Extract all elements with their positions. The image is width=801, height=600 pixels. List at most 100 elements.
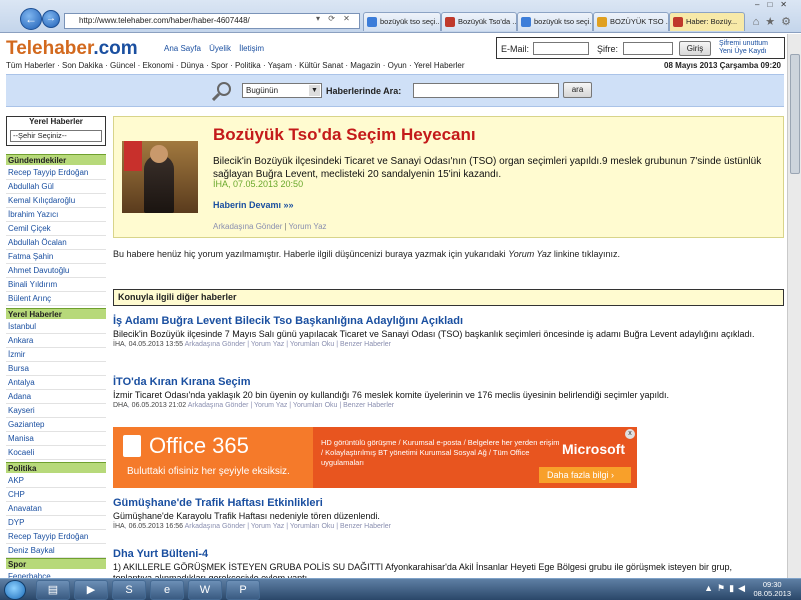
- sidebar-item[interactable]: Kocaeli: [6, 446, 106, 460]
- sidebar-item[interactable]: İstanbul: [6, 320, 106, 334]
- email-field[interactable]: [533, 42, 589, 55]
- forward-button[interactable]: →: [42, 10, 60, 28]
- sidebar-item[interactable]: Abdullah Öcalan: [6, 236, 106, 250]
- sidebar-item[interactable]: Binali Yıldırım: [6, 278, 106, 292]
- forgot-password-link[interactable]: Şifremi unuttum: [719, 40, 768, 48]
- internet-explorer-icon[interactable]: e: [150, 580, 184, 600]
- browser-tab-4[interactable]: BOZÜYÜK TSO ...: [593, 12, 669, 31]
- explorer-icon[interactable]: ▤: [36, 580, 70, 600]
- sidebar-item[interactable]: AKP: [6, 474, 106, 488]
- news-date: 06.05.2013 16:56: [128, 523, 184, 530]
- browser-tab-2[interactable]: Bozüyük Tso'da ...: [441, 12, 517, 31]
- search-input[interactable]: [413, 83, 559, 98]
- ad-more-info-button[interactable]: Daha fazla bilgi ›: [539, 467, 631, 483]
- browser-tab-3[interactable]: bozüyük tso seçi...: [517, 12, 593, 31]
- sidebar-item[interactable]: Bursa: [6, 362, 106, 376]
- search-period-select[interactable]: Bugünün ▼: [242, 83, 322, 98]
- microsoft-brand: Microsoft: [562, 441, 625, 457]
- skype-icon[interactable]: S: [112, 580, 146, 600]
- sidebar-item[interactable]: İzmir: [6, 348, 106, 362]
- no-comment-message: Bu habere henüz hiç yorum yazılmamıştır.…: [113, 249, 620, 259]
- password-label: Şifre:: [597, 44, 619, 54]
- system-tray-icons[interactable]: ▲⚑▮◀: [704, 583, 749, 594]
- news-source: İHA: [113, 341, 125, 348]
- search-button[interactable]: ara: [563, 82, 592, 98]
- sidebar-item[interactable]: Cemil Çiçek: [6, 222, 106, 236]
- office-icon: [123, 435, 141, 457]
- browser-tab-5-active[interactable]: Haber: Bozüy...: [669, 12, 745, 31]
- start-button[interactable]: [4, 580, 26, 600]
- sidebar-item[interactable]: İbrahim Yazıcı: [6, 208, 106, 222]
- sidebar-item[interactable]: Abdullah Gül: [6, 180, 106, 194]
- sidebar-item[interactable]: Deniz Baykal: [6, 544, 106, 558]
- header-links: Ana Sayfa Üyelik İletişim: [164, 44, 270, 53]
- scrollbar-thumb[interactable]: [790, 54, 800, 174]
- tab-title: BOZÜYÜK TSO ...: [610, 17, 669, 26]
- word-icon[interactable]: W: [188, 580, 222, 600]
- news-action-links[interactable]: Arkadaşına Gönder | Yorum Yaz | Yorumlar…: [188, 402, 394, 409]
- password-field[interactable]: [623, 42, 673, 55]
- flag-shape: [124, 141, 142, 171]
- sidebar-item[interactable]: Ahmet Davutoğlu: [6, 264, 106, 278]
- news-description: Bilecik'in Bozüyük ilçesinde 7 Mayıs Sal…: [113, 329, 755, 339]
- link-membership[interactable]: Üyelik: [209, 44, 231, 53]
- read-more-link[interactable]: Haberin Devamı »»: [213, 200, 294, 210]
- tab-title: bozüyük tso seçi...: [380, 17, 441, 26]
- news-date: 06.05.2013 21:02: [131, 402, 187, 409]
- browser-tools-icons[interactable]: ⌂★⚙: [753, 15, 797, 28]
- clock-date: 08.05.2013: [753, 589, 791, 598]
- sidebar-item[interactable]: DYP: [6, 516, 106, 530]
- sidebar-item[interactable]: Antalya: [6, 376, 106, 390]
- login-form: E-Mail: Şifre: Giriş Şifremi unuttum Yen…: [496, 37, 785, 59]
- browser-tab-1[interactable]: bozüyük tso seçi...: [363, 12, 441, 31]
- site-logo[interactable]: Telehaber.com: [6, 38, 138, 60]
- link-home[interactable]: Ana Sayfa: [164, 44, 201, 53]
- system-clock[interactable]: 09:30 08.05.2013: [753, 580, 791, 598]
- sidebar-item[interactable]: Adana: [6, 390, 106, 404]
- sidebar-item[interactable]: Recep Tayyip Erdoğan: [6, 166, 106, 180]
- sidebar-item[interactable]: Gaziantep: [6, 418, 106, 432]
- nav-category-links[interactable]: Tüm Haberler · Son Dakika · Güncel · Eko…: [6, 61, 465, 70]
- news-title-link[interactable]: Gümüşhane'de Trafik Haftası Etkinlikleri: [113, 497, 773, 509]
- powerpoint-icon[interactable]: P: [226, 580, 260, 600]
- tab-favicon: [367, 17, 377, 27]
- sidebar-item[interactable]: Fenerbahçe: [6, 570, 106, 578]
- news-title-link[interactable]: Dha Yurt Bülteni-4: [113, 548, 773, 560]
- sidebar-item[interactable]: Kayseri: [6, 404, 106, 418]
- window-controls[interactable]: –□✕: [741, 0, 801, 12]
- magnifier-icon: [212, 82, 231, 101]
- logo-text[interactable]: Telehaber: [6, 38, 93, 59]
- address-url[interactable]: http://www.telehaber.com/haber/haber-460…: [79, 16, 250, 25]
- article-photo[interactable]: [122, 141, 198, 213]
- media-player-icon[interactable]: ▶: [74, 580, 108, 600]
- sidebar-item[interactable]: Ankara: [6, 334, 106, 348]
- office365-ad-banner[interactable]: Office 365 Buluttaki ofisiniz her şeyiyl…: [113, 427, 637, 488]
- ad-tagline: Buluttaki ofisiniz her şeyiyle eksiksiz.: [127, 466, 290, 477]
- back-button[interactable]: ←: [20, 8, 42, 30]
- sidebar-item[interactable]: Anavatan: [6, 502, 106, 516]
- news-title-link[interactable]: İTO'da Kıran Kırana Seçim: [113, 376, 773, 388]
- news-action-links[interactable]: Arkadaşına Gönder | Yorum Yaz | Yorumlar…: [185, 523, 391, 530]
- sidebar-item[interactable]: CHP: [6, 488, 106, 502]
- news-action-links[interactable]: Arkadaşına Gönder | Yorum Yaz | Yorumlar…: [185, 341, 391, 348]
- sidebar-item[interactable]: Manisa: [6, 432, 106, 446]
- no-comment-text-end: linkine tıklayınız.: [553, 249, 620, 259]
- ad-close-icon[interactable]: x: [625, 429, 635, 439]
- register-link[interactable]: Yeni Üye Kaydı: [719, 48, 768, 56]
- sidebar-item[interactable]: Kemal Kılıçdaroğlu: [6, 194, 106, 208]
- login-button[interactable]: Giriş: [679, 41, 711, 56]
- link-contact[interactable]: İletişim: [239, 44, 264, 53]
- logo-domain[interactable]: .com: [93, 38, 137, 59]
- write-comment-link[interactable]: Yorum Yaz: [288, 222, 326, 231]
- no-comment-emphasis: Yorum Yaz: [508, 249, 552, 259]
- vertical-scrollbar[interactable]: [787, 34, 801, 578]
- sidebar-item[interactable]: Recep Tayyip Erdoğan: [6, 530, 106, 544]
- tab-favicon: [673, 17, 683, 27]
- city-select[interactable]: --Şehir Seçiniz--: [10, 130, 102, 142]
- send-to-friend-link[interactable]: Arkadaşına Gönder: [213, 222, 282, 231]
- sidebar-item[interactable]: Bülent Arınç: [6, 292, 106, 306]
- left-sidebar: Yerel Haberler --Şehir Seçiniz-- Gündemd…: [6, 116, 106, 578]
- sidebar-item[interactable]: Fatma Şahin: [6, 250, 106, 264]
- address-bar-icons[interactable]: ▾ ⟳ ✕: [316, 14, 360, 28]
- news-title-link[interactable]: İş Adamı Buğra Levent Bilecik Tso Başkan…: [113, 315, 773, 327]
